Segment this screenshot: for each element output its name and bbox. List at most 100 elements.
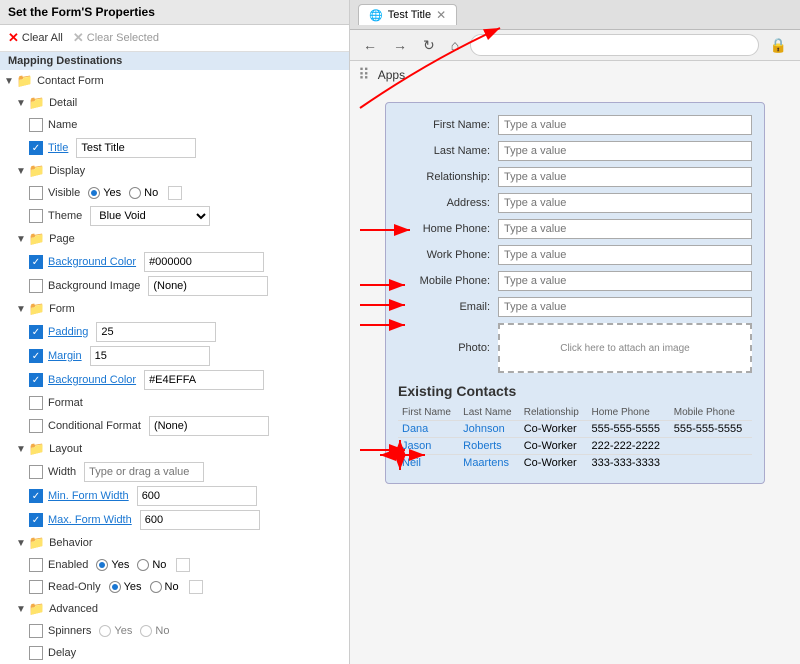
cond-format-input[interactable] <box>149 416 269 436</box>
max-width-input[interactable] <box>140 510 260 530</box>
photo-upload-area[interactable]: Click here to attach an image <box>498 323 752 373</box>
workphone-input[interactable] <box>498 245 752 265</box>
page-bg-color-checkbox[interactable]: ✓ <box>28 254 44 270</box>
home-button[interactable]: ⌂ <box>446 35 464 55</box>
back-button[interactable]: ← <box>358 35 382 55</box>
readonly-yes-radio[interactable]: Yes <box>109 581 142 593</box>
tree-item-detail[interactable]: ▼ 📁 Detail <box>0 92 349 114</box>
delay-checkbox[interactable] <box>28 645 44 661</box>
form-bg-color-input[interactable] <box>144 370 264 390</box>
row3-mobilephone <box>670 455 752 472</box>
tree-item-padding: ✓ Padding <box>0 320 349 344</box>
tree-item-margin: ✓ Margin <box>0 344 349 368</box>
spinners-checkbox[interactable] <box>28 623 44 639</box>
visible-yes-radio[interactable]: Yes <box>88 187 121 199</box>
bg-image-input[interactable] <box>148 276 268 296</box>
visible-no-radio[interactable]: No <box>129 187 158 199</box>
folder-icon: 📁 <box>29 95 45 111</box>
bg-image-checkbox[interactable] <box>28 278 44 294</box>
enabled-yes-radio[interactable]: Yes <box>96 559 129 571</box>
firstname-input[interactable] <box>498 115 752 135</box>
tree-item-display[interactable]: ▼ 📁 Display <box>0 160 349 182</box>
theme-checkbox[interactable] <box>28 208 44 224</box>
email-input[interactable] <box>498 297 752 317</box>
tree-item-layout[interactable]: ▼ 📁 Layout <box>0 438 349 460</box>
name-checkbox[interactable] <box>28 117 44 133</box>
collapse-arrow[interactable]: ▼ <box>16 234 26 245</box>
clear-selected-button[interactable]: ✕ Clear Selected <box>73 30 159 46</box>
padding-input[interactable] <box>96 322 216 342</box>
enabled-extra-checkbox[interactable] <box>176 558 190 572</box>
collapse-arrow[interactable]: ▼ <box>4 76 14 87</box>
readonly-checkbox[interactable] <box>28 579 44 595</box>
reload-button[interactable]: ↻ <box>418 35 440 56</box>
cond-format-checkbox[interactable] <box>28 418 44 434</box>
address-bar-input[interactable] <box>470 34 758 56</box>
display-label: Display <box>49 165 85 177</box>
title-checkbox[interactable]: ✓ <box>28 140 44 156</box>
table-row: Neil Maartens Co-Worker 333-333-3333 <box>398 455 752 472</box>
visible-checkbox[interactable] <box>28 185 44 201</box>
page-label: Page <box>49 233 75 245</box>
max-width-checkbox[interactable]: ✓ <box>28 512 44 528</box>
row1-firstname[interactable]: Dana <box>398 421 459 438</box>
min-width-checkbox[interactable]: ✓ <box>28 488 44 504</box>
collapse-arrow[interactable]: ▼ <box>16 166 26 177</box>
min-width-input[interactable] <box>137 486 257 506</box>
address-label: Address: <box>398 197 498 209</box>
homephone-input[interactable] <box>498 219 752 239</box>
tab-close-button[interactable]: ✕ <box>436 8 446 22</box>
collapse-arrow[interactable]: ▼ <box>16 304 26 315</box>
apps-label: Apps <box>378 68 405 82</box>
title-value-input[interactable] <box>76 138 196 158</box>
relationship-input[interactable] <box>498 167 752 187</box>
readonly-no-radio[interactable]: No <box>150 581 179 593</box>
mobilephone-input[interactable] <box>498 271 752 291</box>
enabled-radio-group: Yes No <box>96 559 166 571</box>
theme-select[interactable]: Blue Void <box>90 206 210 226</box>
enabled-no-radio[interactable]: No <box>137 559 166 571</box>
radio-no-label: No <box>155 625 169 637</box>
row2-lastname[interactable]: Roberts <box>459 438 520 455</box>
browser-tab[interactable]: 🌐 Test Title ✕ <box>358 4 457 25</box>
collapse-arrow[interactable]: ▼ <box>16 604 26 615</box>
col-lastname-header: Last Name <box>459 405 520 421</box>
margin-input[interactable] <box>90 346 210 366</box>
row2-firstname[interactable]: Jason <box>398 438 459 455</box>
format-checkbox[interactable] <box>28 395 44 411</box>
tree-item-advanced[interactable]: ▼ 📁 Advanced <box>0 598 349 620</box>
margin-checkbox[interactable]: ✓ <box>28 348 44 364</box>
lastname-input[interactable] <box>498 141 752 161</box>
tree-item-contact-form[interactable]: ▼ 📁 Contact Form <box>0 70 349 92</box>
visible-extra-checkbox[interactable] <box>168 186 182 200</box>
right-panel: 🌐 Test Title ✕ ← → ↻ ⌂ 🔒 ⠿ Apps First Na… <box>350 0 800 664</box>
row3-lastname[interactable]: Maartens <box>459 455 520 472</box>
page-bg-color-input[interactable] <box>144 252 264 272</box>
enabled-checkbox[interactable] <box>28 557 44 573</box>
apps-bar: ⠿ Apps <box>350 61 800 89</box>
tree-item-form[interactable]: ▼ 📁 Form <box>0 298 349 320</box>
collapse-arrow[interactable]: ▼ <box>16 98 26 109</box>
tab-title: Test Title <box>388 9 431 21</box>
row1-relationship: Co-Worker <box>520 421 588 438</box>
spinners-yes-radio: Yes <box>99 625 132 637</box>
row3-firstname[interactable]: Neil <box>398 455 459 472</box>
clear-all-button[interactable]: ✕ Clear All <box>8 30 63 46</box>
tree-item-behavior[interactable]: ▼ 📁 Behavior <box>0 532 349 554</box>
browser-nav-bar: ← → ↻ ⌂ 🔒 <box>350 30 800 61</box>
width-checkbox[interactable] <box>28 464 44 480</box>
readonly-extra-checkbox[interactable] <box>189 580 203 594</box>
spinners-label: Spinners <box>48 625 91 637</box>
forward-button[interactable]: → <box>388 35 412 55</box>
collapse-arrow[interactable]: ▼ <box>16 538 26 549</box>
collapse-arrow[interactable]: ▼ <box>16 444 26 455</box>
padding-checkbox[interactable]: ✓ <box>28 324 44 340</box>
tree-item-page[interactable]: ▼ 📁 Page <box>0 228 349 250</box>
row1-lastname[interactable]: Johnson <box>459 421 520 438</box>
address-input[interactable] <box>498 193 752 213</box>
width-input[interactable] <box>84 462 204 482</box>
folder-icon: 📁 <box>29 231 45 247</box>
form-bg-color-checkbox[interactable]: ✓ <box>28 372 44 388</box>
form-bg-color-label: Background Color <box>48 374 136 386</box>
tree-item-form-bg-color: ✓ Background Color <box>0 368 349 392</box>
